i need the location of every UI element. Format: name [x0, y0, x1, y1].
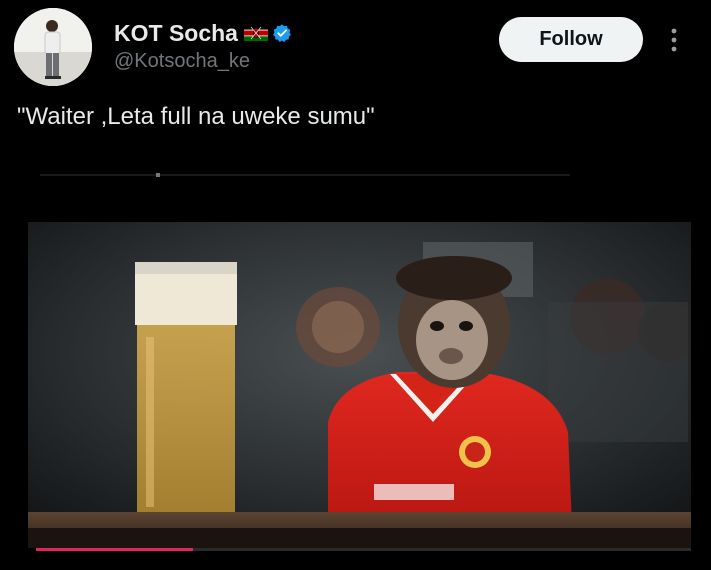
- video-progress-fill: [36, 548, 194, 551]
- author-display-name[interactable]: KOT Socha: [114, 20, 238, 47]
- kenya-flag-icon: [243, 25, 268, 41]
- more-dots-icon[interactable]: [664, 24, 684, 56]
- follow-button[interactable]: Follow: [499, 17, 643, 62]
- video-frame-image: [28, 222, 691, 548]
- author-handle[interactable]: @Kotsocha_ke: [114, 50, 250, 73]
- avatar[interactable]: [14, 8, 92, 86]
- avatar-image: [14, 8, 92, 86]
- verified-badge-icon: [272, 23, 292, 43]
- author-name-row: KOT Socha: [114, 18, 292, 48]
- tweet-media-video[interactable]: [28, 222, 691, 548]
- video-progress-bar[interactable]: [36, 548, 691, 551]
- tweet-text: "Waiter ,Leta full na uweke sumu": [17, 103, 375, 130]
- media-caption-artifact: [40, 173, 570, 177]
